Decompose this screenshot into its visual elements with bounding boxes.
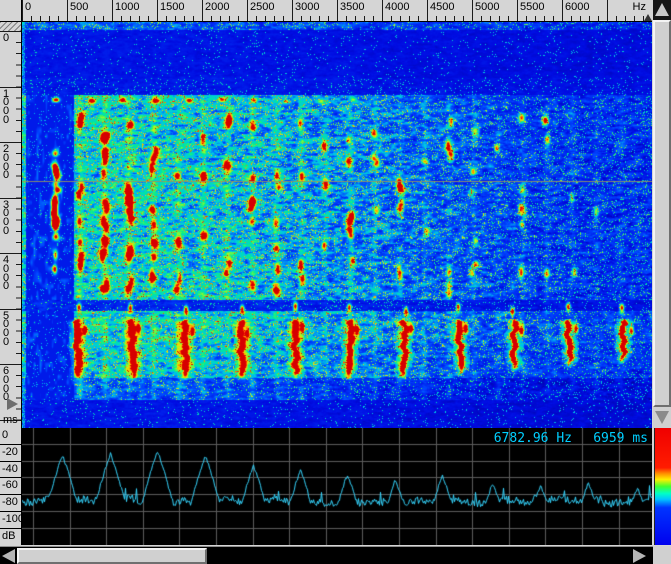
db-tick-label: -40 xyxy=(0,462,21,479)
scroll-left-button[interactable] xyxy=(1,548,17,564)
time-unit-label: ms xyxy=(3,415,18,426)
app-window: 0 500 1000 1500 2000 2500 3000 3500 4000 4500 5000… xyxy=(0,0,671,564)
frequency-ruler[interactable]: 0 500 1000 1500 2000 2500 3000 3500 4000 4500 5000… xyxy=(22,0,652,22)
horizontal-scrollbar[interactable] xyxy=(0,546,653,564)
scroll-down-button[interactable] xyxy=(653,407,671,428)
freq-minor-ticks xyxy=(22,16,652,21)
db-tick-label: -60 xyxy=(0,478,21,495)
scrollbar-corner xyxy=(653,546,671,564)
freq-tick-label: 2000 xyxy=(205,2,229,13)
time-tick-label: 3000 xyxy=(3,201,9,236)
freq-tick-label: 500 xyxy=(70,2,88,13)
freq-tick-label: 2500 xyxy=(250,2,274,13)
time-ruler[interactable]: 0100020003000400050006000ms xyxy=(0,22,22,428)
up-arrow-icon xyxy=(655,3,669,16)
playback-position-marker-icon xyxy=(7,398,18,410)
db-tick-label: -100 xyxy=(0,512,21,529)
horizontal-scroll-thumb[interactable] xyxy=(17,548,207,564)
spectrogram-canvas[interactable] xyxy=(22,22,652,428)
time-tick-label: 2000 xyxy=(3,145,9,180)
freq-tick-label: 0 xyxy=(25,2,31,13)
vertical-scrollbar[interactable] xyxy=(653,0,671,428)
intensity-colorbar xyxy=(654,428,671,545)
time-readout: 6959 ms xyxy=(593,431,648,446)
spectrogram-view[interactable] xyxy=(22,22,652,428)
freq-tick-label: 5500 xyxy=(520,2,544,13)
freq-tick-label: 3500 xyxy=(340,2,364,13)
freq-tick-label: 4500 xyxy=(430,2,454,13)
time-tick-digit: 0 xyxy=(3,171,9,180)
right-arrow-icon xyxy=(633,549,646,563)
time-tick-label: 0 xyxy=(3,34,9,43)
time-tick-digit: 0 xyxy=(3,227,9,236)
scroll-right-button[interactable] xyxy=(632,548,648,564)
freq-tick-label: 6000 xyxy=(565,2,589,13)
freq-tick-label: 5000 xyxy=(475,2,499,13)
freq-tick-label: 1000 xyxy=(115,2,139,13)
db-tick-label: -20 xyxy=(0,445,21,462)
vertical-scroll-thumb[interactable] xyxy=(653,20,671,407)
frequency-readout: 6782.96 Hz xyxy=(494,431,572,446)
freq-tick-label: 3000 xyxy=(295,2,319,13)
time-tick-label: 1000 xyxy=(3,90,9,125)
time-tick-label: 4000 xyxy=(3,256,9,291)
ruler-corner xyxy=(0,0,22,22)
ruler-hatch-pattern xyxy=(0,22,21,31)
down-arrow-icon xyxy=(655,411,669,424)
freq-tick-label: 4000 xyxy=(385,2,409,13)
time-tick-digit: 0 xyxy=(3,116,9,125)
spectrum-plot[interactable]: 6782.96 Hz 6959 ms xyxy=(22,428,652,545)
time-tick-digit: 0 xyxy=(3,338,9,347)
freq-cursor-marker-icon xyxy=(644,14,652,21)
time-tick-digit: 0 xyxy=(3,34,9,43)
freq-tick-label: 1500 xyxy=(160,2,184,13)
freq-unit-label: Hz xyxy=(633,2,646,13)
left-arrow-icon xyxy=(2,549,15,563)
time-tick-digit: 0 xyxy=(3,282,9,291)
db-axis-gutter: 0-20-40-60-80-100dB xyxy=(0,428,22,545)
db-tick-label: -80 xyxy=(0,495,21,512)
time-minor-ticks xyxy=(16,31,21,428)
db-unit-label: dB xyxy=(0,529,21,545)
scroll-up-button[interactable] xyxy=(653,0,671,20)
time-tick-label: 6000 xyxy=(3,367,9,402)
time-tick-label: 5000 xyxy=(3,312,9,347)
db-tick-label: 0 xyxy=(0,428,21,445)
